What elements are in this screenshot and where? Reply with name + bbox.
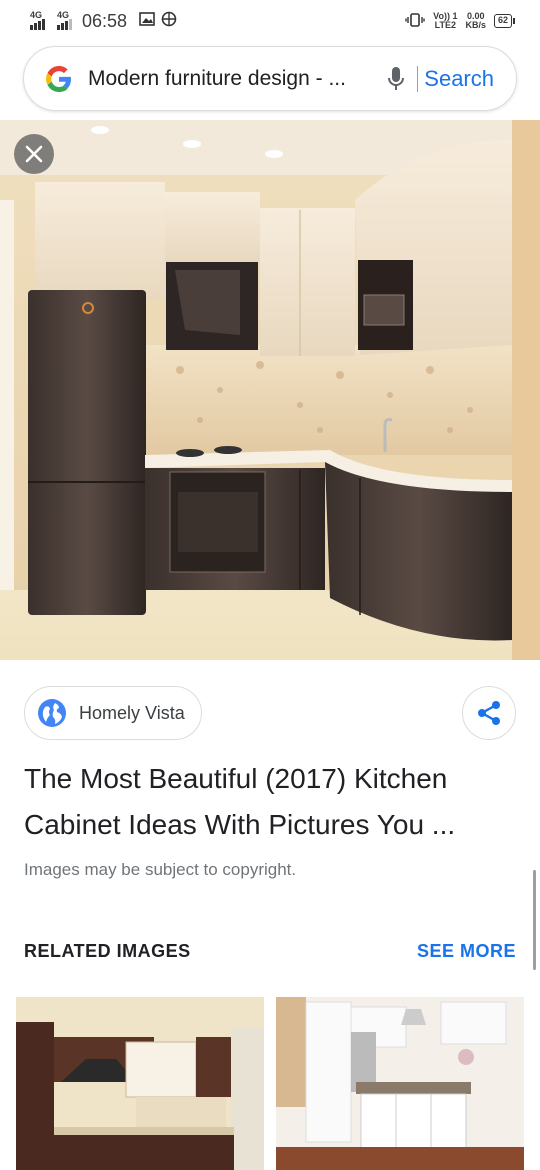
- result-title-link[interactable]: The Most Beautiful (2017) Kitchen Cabine…: [24, 756, 504, 848]
- battery-icon: 62: [493, 14, 516, 28]
- copyright-note: Images may be subject to copyright.: [24, 860, 297, 879]
- lte-label: LTE2: [434, 20, 456, 30]
- result-image[interactable]: [0, 120, 540, 660]
- related-kitchen-photo-2: [276, 997, 524, 1170]
- clock: 06:58: [82, 10, 128, 31]
- search-button[interactable]: Search: [417, 65, 494, 92]
- source-chip[interactable]: Homely Vista: [24, 686, 202, 740]
- kitchen-photo: [0, 120, 540, 660]
- search-bar[interactable]: Modern furniture design - ... Search: [23, 46, 517, 111]
- related-image-2[interactable]: [276, 997, 524, 1170]
- vpn-globe-icon: [161, 11, 177, 31]
- signal-sim2-icon: 4G: [57, 10, 72, 30]
- signal-sim1-icon: 4G: [30, 10, 45, 30]
- share-button[interactable]: [462, 686, 516, 740]
- see-more-button[interactable]: SEE MORE: [417, 941, 516, 962]
- speed-unit: KB/s: [465, 20, 486, 30]
- close-button[interactable]: [14, 134, 54, 174]
- sim2-network-label: 4G: [57, 10, 70, 20]
- globe-icon: [38, 699, 66, 727]
- share-icon: [478, 701, 500, 725]
- sim1-network-label: 4G: [30, 10, 43, 20]
- vibrate-icon: [405, 13, 425, 29]
- volte-indicator: Vo)) 1 LTE2: [433, 12, 457, 30]
- scrollbar[interactable]: [533, 870, 536, 970]
- related-image-1[interactable]: [16, 997, 264, 1170]
- search-query-text[interactable]: Modern furniture design - ...: [88, 67, 387, 91]
- network-speed: 0.00 KB/s: [465, 12, 486, 30]
- status-bar: 4G 4G 06:58 Vo)) 1 LTE2 0.00 KB/s 62: [0, 0, 540, 42]
- related-kitchen-photo-1: [16, 997, 264, 1170]
- close-icon: [25, 145, 43, 163]
- gallery-notification-icon: [139, 12, 155, 30]
- mic-icon[interactable]: [387, 66, 405, 92]
- google-logo-icon: [46, 65, 71, 92]
- source-name: Homely Vista: [79, 702, 185, 723]
- battery-level: 62: [497, 15, 508, 25]
- related-images-heading: RELATED IMAGES: [24, 941, 191, 961]
